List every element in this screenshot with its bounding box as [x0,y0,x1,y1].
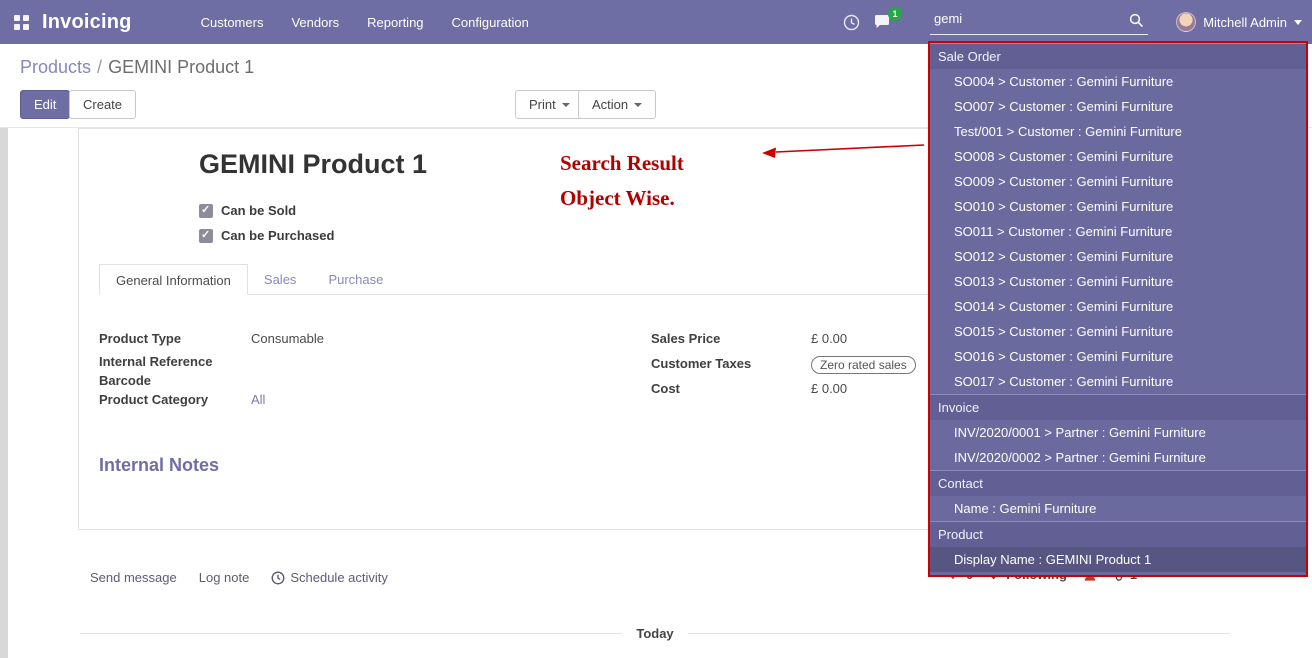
search-group-invoice: Invoice [930,394,1306,420]
annotation-line-1: Search Result [560,146,684,181]
search-result-item[interactable]: SO011 > Customer : Gemini Furniture [930,219,1306,244]
search-result-item[interactable]: SO007 > Customer : Gemini Furniture [930,94,1306,119]
field-product-type: Product Type Consumable [99,331,529,354]
search-group-sale-order: Sale Order [930,43,1306,69]
global-search [930,7,1148,37]
search-results-dropdown: Sale Order SO004 > Customer : Gemini Fur… [928,41,1308,577]
chatter-toolbar: Send message Log note Schedule activity [90,570,388,585]
field-internal-reference: Internal Reference [99,354,529,373]
messages-icon[interactable]: 1 [874,14,893,30]
create-button[interactable]: Create [69,90,136,119]
field-product-category: Product Category All [99,392,529,411]
product-category-link[interactable]: All [251,392,265,407]
top-navbar: Invoicing Customers Vendors Reporting Co… [0,0,1312,44]
search-group-contact: Contact [930,470,1306,496]
breadcrumb-separator: / [97,57,102,77]
messages-badge: 1 [888,7,902,21]
search-result-item[interactable]: Display Name : GEMINI Product 1 [930,547,1306,572]
sales-price-value: £ 0.00 [811,331,847,346]
user-name: Mitchell Admin [1203,15,1287,30]
search-result-item[interactable]: SO017 > Customer : Gemini Furniture [930,369,1306,394]
can-be-sold-checkbox[interactable] [199,204,213,218]
clock-icon [271,571,285,585]
search-result-item[interactable]: SO004 > Customer : Gemini Furniture [930,69,1306,94]
edit-button[interactable]: Edit [20,90,70,119]
can-be-sold-label: Can be Sold [221,203,296,218]
search-result-item[interactable]: Test/001 > Customer : Gemini Furniture [930,119,1306,144]
chevron-down-icon [1294,20,1302,25]
can-be-purchased-checkbox[interactable] [199,229,213,243]
can-be-purchased-row: Can be Purchased [199,228,334,243]
annotation-text: Search Result Object Wise. [560,146,684,216]
field-barcode: Barcode [99,373,529,392]
nav-menu: Customers Vendors Reporting Configuratio… [187,2,543,43]
product-title: GEMINI Product 1 [199,149,427,180]
schedule-activity-link[interactable]: Schedule activity [271,570,388,585]
tab-sales[interactable]: Sales [248,264,313,294]
log-note-link[interactable]: Log note [199,570,250,585]
action-dropdown-button[interactable]: Action [578,90,656,119]
customer-taxes-tag[interactable]: Zero rated sales [811,356,916,374]
breadcrumb-current: GEMINI Product 1 [108,57,254,77]
tab-purchase[interactable]: Purchase [312,264,399,294]
search-input[interactable] [930,7,1148,35]
search-result-item[interactable]: INV/2020/0002 > Partner : Gemini Furnitu… [930,445,1306,470]
send-message-link[interactable]: Send message [90,570,177,585]
product-type-value: Consumable [251,331,324,346]
search-result-item[interactable]: SO014 > Customer : Gemini Furniture [930,294,1306,319]
activities-clock-icon[interactable] [843,14,860,31]
search-result-item[interactable]: SO012 > Customer : Gemini Furniture [930,244,1306,269]
app-title[interactable]: Invoicing [42,11,132,34]
search-group-product: Product [930,521,1306,547]
nav-menu-vendors[interactable]: Vendors [277,2,353,43]
search-result-item[interactable]: SO016 > Customer : Gemini Furniture [930,344,1306,369]
breadcrumb: Products / GEMINI Product 1 [20,57,254,78]
annotation-line-2: Object Wise. [560,181,684,216]
user-avatar [1176,12,1196,32]
can-be-sold-row: Can be Sold [199,203,296,218]
search-result-item[interactable]: SO015 > Customer : Gemini Furniture [930,319,1306,344]
breadcrumb-products-link[interactable]: Products [20,57,91,77]
cost-value: £ 0.00 [811,381,847,396]
search-result-item[interactable]: SO010 > Customer : Gemini Furniture [930,194,1306,219]
can-be-purchased-label: Can be Purchased [221,228,334,243]
search-result-item[interactable]: Name : Gemini Furniture [930,496,1306,521]
today-label: Today [636,626,673,641]
nav-menu-configuration[interactable]: Configuration [438,2,543,43]
nav-menu-customers[interactable]: Customers [187,2,278,43]
nav-menu-reporting[interactable]: Reporting [353,2,437,43]
search-result-item[interactable]: SO009 > Customer : Gemini Furniture [930,169,1306,194]
search-icon[interactable] [1129,13,1144,31]
internal-notes-heading: Internal Notes [99,455,219,476]
search-result-item[interactable]: SO008 > Customer : Gemini Furniture [930,144,1306,169]
left-gutter [0,128,8,658]
apps-menu-icon[interactable] [14,15,29,30]
search-result-item[interactable]: SO013 > Customer : Gemini Furniture [930,269,1306,294]
chevron-down-icon [634,103,642,107]
chevron-down-icon [562,103,570,107]
today-divider: Today [80,626,1230,641]
user-menu[interactable]: Mitchell Admin [1176,0,1302,44]
tab-general-information[interactable]: General Information [99,264,248,295]
fields-left-column: Product Type Consumable Internal Referen… [99,331,529,411]
print-dropdown-button[interactable]: Print [515,90,584,119]
search-result-item[interactable]: INV/2020/0001 > Partner : Gemini Furnitu… [930,420,1306,445]
